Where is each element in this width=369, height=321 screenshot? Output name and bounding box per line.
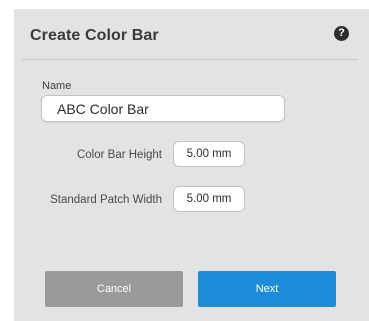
header-divider <box>22 59 358 60</box>
help-icon[interactable]: ? <box>334 26 349 41</box>
name-input[interactable] <box>41 95 285 122</box>
cancel-button[interactable]: Cancel <box>45 271 183 307</box>
create-color-bar-dialog: Create Color Bar ? Name Color Bar Height… <box>14 9 369 321</box>
color-bar-height-input[interactable] <box>173 141 245 167</box>
next-button[interactable]: Next <box>198 271 336 307</box>
dialog-header: Create Color Bar ? <box>14 9 369 60</box>
color-bar-height-label: Color Bar Height <box>76 149 162 161</box>
standard-patch-width-label: Standard Patch Width <box>50 194 162 206</box>
standard-patch-width-input[interactable] <box>173 186 245 212</box>
name-label: Name <box>42 80 72 92</box>
dialog-title: Create Color Bar <box>30 27 159 44</box>
